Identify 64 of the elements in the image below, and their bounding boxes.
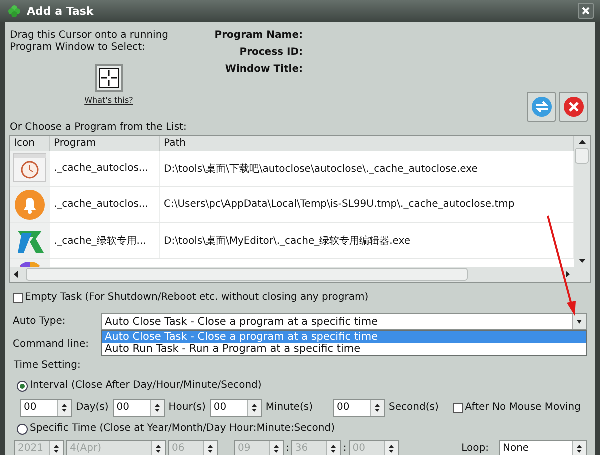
scroll-right-icon[interactable]	[564, 271, 572, 278]
spin-arrows-icon[interactable]	[331, 445, 336, 453]
vertical-scrollbar[interactable]	[574, 136, 590, 267]
radio-button[interactable]	[17, 380, 28, 392]
number-spinner[interactable]: 00	[333, 399, 386, 417]
spin-arrows-icon[interactable]	[54, 445, 59, 453]
bell-icon	[14, 189, 46, 221]
spin-arrows-icon[interactable]	[156, 445, 161, 453]
spin-arrows-icon[interactable]	[62, 404, 67, 412]
checkbox[interactable]	[13, 293, 23, 303]
unit-label: Day(s)	[76, 402, 109, 414]
unit-label: Minute(s)	[266, 402, 314, 414]
scroll-thumb[interactable]	[575, 148, 589, 164]
radio-button[interactable]	[17, 424, 28, 434]
spin-arrows-icon[interactable]	[577, 445, 582, 453]
field-label: Command line:	[13, 339, 90, 350]
program-row[interactable]: ._cache_autoclos... D:\tools\桌面\下载吧\autoclose\autoclose\._cache_autoclose.exe	[10, 151, 574, 187]
number-spinner[interactable]: 00	[210, 399, 262, 417]
unit-label: Second(s)	[389, 402, 439, 414]
checkbox-label: After No Mouse Moving	[465, 402, 581, 414]
radio-label: Specific Time (Close at Year/Month/Day Hour:Minute:Second)	[30, 423, 335, 435]
info-label: Window Title:	[225, 64, 303, 76]
spin-arrows-icon[interactable]	[208, 445, 213, 453]
spin-arrows-icon[interactable]	[375, 404, 380, 412]
section-label: Time Setting:	[14, 360, 81, 372]
dropdown-button[interactable]	[572, 314, 586, 329]
auto-type-dropdown[interactable]: Auto Close Task - Close a program at a specific time	[101, 313, 587, 330]
info-label: Program Name:	[214, 30, 303, 42]
horizontal-scrollbar[interactable]	[10, 267, 574, 282]
scroll-thumb[interactable]	[26, 268, 468, 281]
spin-arrows-icon[interactable]	[252, 404, 257, 412]
table-cell: ._cache_绿软专用...	[50, 223, 160, 258]
close-button[interactable]	[578, 3, 594, 19]
checkbox-label: Empty Task (For Shutdown/Reboot etc. without closing any program)	[25, 292, 369, 304]
field-label: Loop:	[462, 443, 489, 455]
table-cell: ._cache_autoclos...	[50, 151, 160, 186]
number-spinner[interactable]: 00	[20, 399, 72, 417]
window-title: Add a Task	[27, 4, 95, 18]
spin-arrows-icon[interactable]	[274, 445, 279, 453]
program-row[interactable]: ._cache_绿软专用... D:\tools\桌面\MyEditor\._cache_绿软专用编辑器.exe	[10, 223, 574, 259]
unit-label: Hour(s)	[168, 402, 206, 414]
time-separator: :	[286, 443, 290, 455]
field-label: Auto Type:	[13, 316, 67, 327]
checkbox[interactable]	[453, 403, 464, 413]
scroll-left-icon[interactable]	[12, 271, 20, 278]
cancel-button[interactable]	[559, 92, 588, 122]
time-separator: :	[343, 443, 347, 455]
info-label: Process ID:	[240, 47, 303, 59]
refresh-button[interactable]	[527, 92, 556, 122]
close-icon	[582, 7, 590, 15]
spin-arrows-icon[interactable]	[388, 445, 394, 453]
program-row[interactable]: ._cache_autoclos... C:\Users\pc\AppData\Local\Temp\is-SL99U.tmp\._cache_autoclose.tmp	[10, 187, 574, 223]
radio-label: Interval (Close After Day/Hour/Minute/Second)	[30, 380, 262, 392]
help-link[interactable]: What's this?	[84, 96, 134, 105]
clock-icon	[13, 153, 47, 183]
caret-icon	[577, 320, 582, 324]
list-label: Or Choose a Program from the List:	[9, 122, 187, 134]
clover-icon	[8, 4, 21, 18]
number-spinner[interactable]: 00	[112, 399, 165, 417]
drag-hint: Drag this Cursor onto a running Program Window to Select:	[9, 30, 170, 54]
table-cell: ._cache_autoclos...	[50, 187, 160, 222]
column-header[interactable]: Program	[50, 136, 160, 151]
spin-arrows-icon[interactable]	[154, 404, 160, 412]
crosshair-button[interactable]	[95, 64, 123, 92]
